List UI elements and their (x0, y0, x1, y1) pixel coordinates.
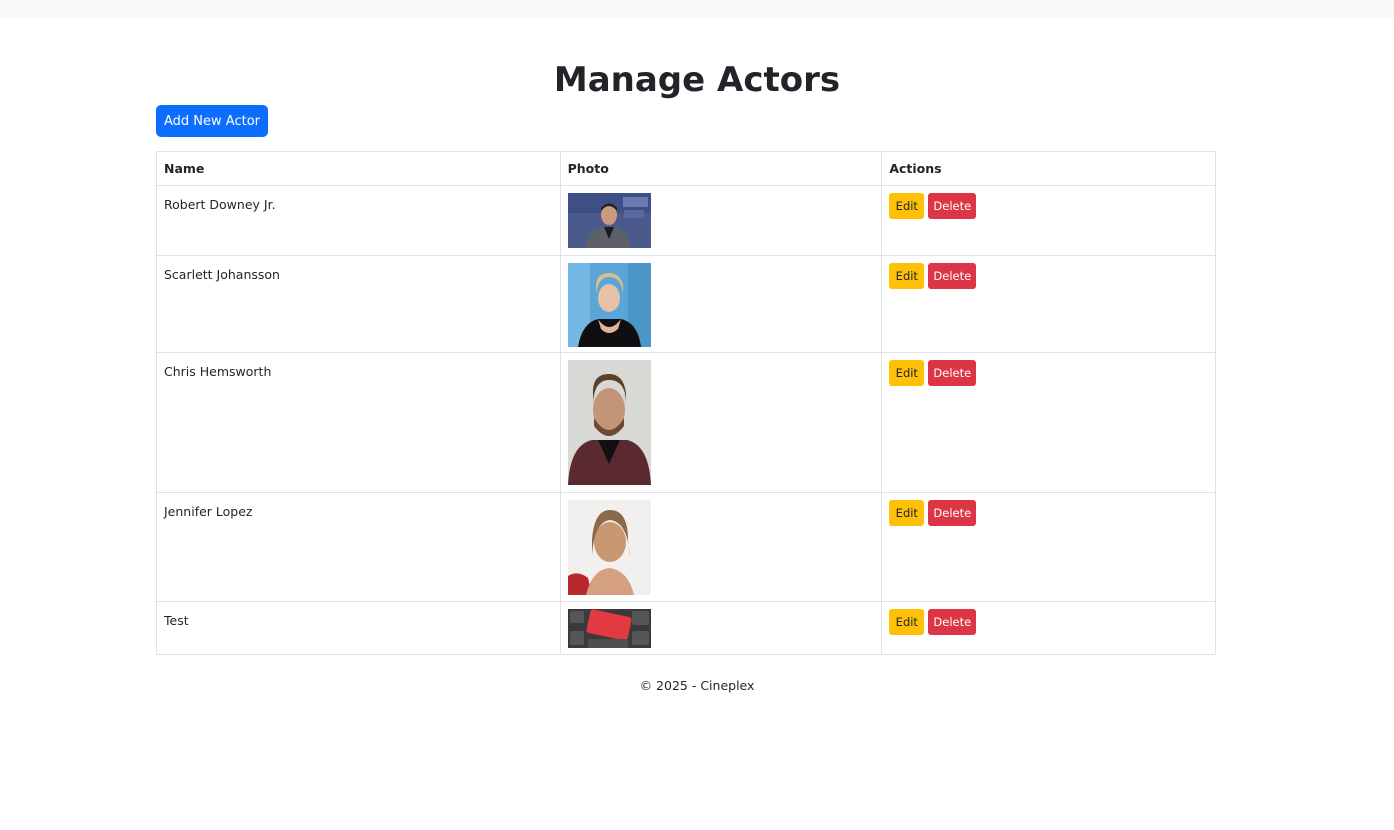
table-row: Test Edit Delete (156, 601, 1216, 655)
actor-photo (567, 500, 651, 595)
table-row: Scarlett Johansson Edit Delete (156, 255, 1216, 353)
delete-button[interactable]: Delete (928, 609, 977, 635)
column-header-name: Name (156, 151, 561, 186)
page-title: Manage Actors (553, 60, 841, 100)
delete-button[interactable]: Delete (928, 263, 977, 289)
edit-button[interactable]: Edit (889, 609, 925, 635)
delete-button[interactable]: Delete (928, 500, 977, 526)
actor-name: Test (156, 601, 561, 655)
actor-photo (567, 193, 651, 248)
column-header-photo: Photo (559, 151, 883, 186)
edit-button[interactable]: Edit (889, 193, 925, 219)
table-row: Chris Hemsworth Edit Delete (156, 352, 1216, 493)
actor-name: Jennifer Lopez (156, 492, 561, 602)
top-navbar (0, 0, 1394, 18)
delete-button[interactable]: Delete (928, 193, 977, 219)
delete-button[interactable]: Delete (928, 360, 977, 386)
edit-button[interactable]: Edit (889, 263, 925, 289)
actor-photo (567, 360, 651, 485)
table-row: Robert Downey Jr. Edit Delete (156, 185, 1216, 256)
table-header-row: Name Photo Actions (156, 151, 1216, 186)
actor-name: Scarlett Johansson (156, 255, 561, 353)
table-row: Jennifer Lopez Edit Delete (156, 492, 1216, 602)
column-header-actions: Actions (881, 151, 1216, 186)
page-footer: © 2025 - Cineplex (639, 678, 755, 693)
actors-table: Name Photo Actions Robert Downey Jr. Edi… (156, 151, 1216, 655)
add-new-actor-button[interactable]: Add New Actor (156, 105, 268, 137)
actor-photo (567, 263, 651, 347)
actor-name: Robert Downey Jr. (156, 185, 561, 256)
actor-name: Chris Hemsworth (156, 352, 561, 493)
edit-button[interactable]: Edit (889, 500, 925, 526)
edit-button[interactable]: Edit (889, 360, 925, 386)
test-keyboard-photo (567, 609, 651, 648)
